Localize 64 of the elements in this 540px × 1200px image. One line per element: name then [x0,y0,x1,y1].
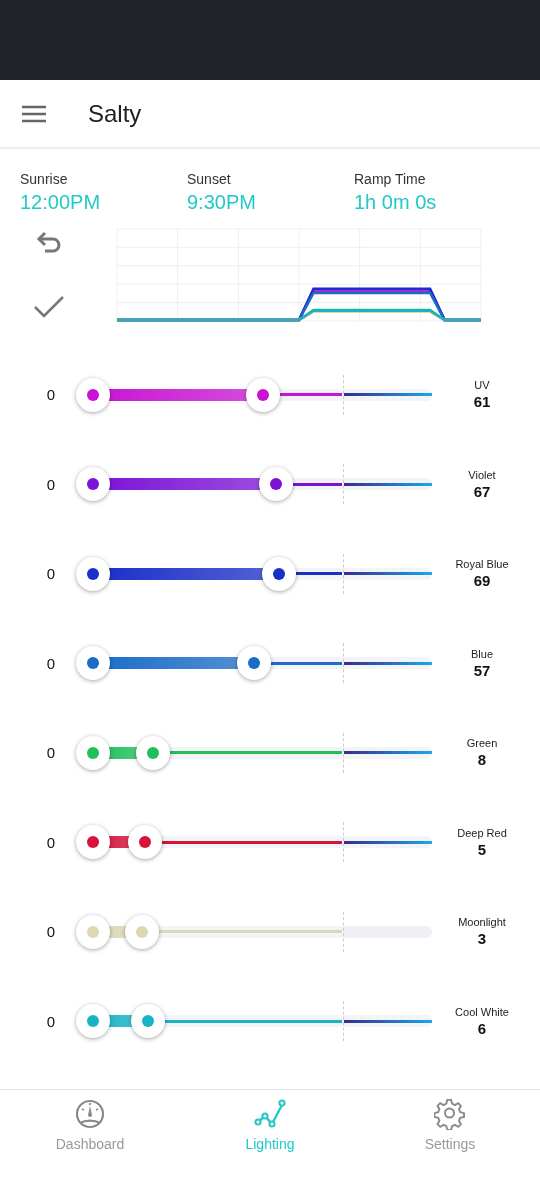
gauge-icon [74,1098,106,1130]
slider-thumb[interactable] [262,556,297,591]
settings-icon [434,1098,466,1130]
channel-name: Blue [471,647,493,660]
channel-name: Green [466,737,498,750]
slider-thumb[interactable] [136,735,170,770]
limit-marker [342,553,344,594]
channel-value: 67 [473,482,491,500]
min-value: 0 [45,833,57,851]
channel-value: 3 [477,930,487,948]
min-value: 0 [45,1012,57,1030]
line-chart-icon [254,1098,286,1130]
check-icon[interactable] [33,296,64,318]
slider-thumb[interactable] [76,646,110,681]
channel-name: UV [474,379,490,392]
channel-name: Cool White [455,1005,509,1018]
limit-marker [342,1001,344,1042]
slider-thumb[interactable] [245,377,280,412]
slider-thumb[interactable] [76,1004,110,1039]
slider-thumb[interactable] [76,556,110,591]
slider-thumb[interactable] [76,377,110,412]
limit-marker [342,911,344,952]
slider-thumb[interactable] [130,1004,165,1039]
limit-marker [342,732,344,773]
channel-value: 69 [473,572,491,590]
slider-thumb[interactable] [76,914,110,949]
limit-marker [342,464,344,505]
nav-tab[interactable]: Dashboard [0,1090,180,1160]
min-value: 0 [45,923,57,941]
slider-thumb[interactable] [76,825,110,860]
min-value: 0 [45,744,57,762]
min-value: 0 [45,386,57,404]
min-value: 0 [45,565,57,583]
limit-marker [342,822,344,863]
channel-value: 5 [477,840,487,858]
slider-thumb[interactable] [127,825,162,860]
time-value[interactable]: 12:00PM [20,191,101,214]
slider-thumb[interactable] [125,914,160,949]
channel-value: 8 [477,751,487,769]
channel-name: Moonlight [458,916,506,929]
channel-name: Violet [468,468,496,481]
undo-icon[interactable] [34,231,63,255]
nav-tab[interactable]: Lighting [180,1090,360,1160]
channel-value: 6 [477,1019,487,1037]
time-label: Ramp Time [354,171,426,187]
time-label: Sunrise [20,171,68,187]
slider-thumb[interactable] [76,735,110,770]
slider-thumb[interactable] [259,467,294,502]
channel-value: 61 [473,393,491,411]
menu-icon[interactable] [22,104,46,123]
channel-name: Royal Blue [455,558,509,571]
time-value[interactable]: 1h 0m 0s [354,191,437,214]
slider-thumb[interactable] [237,646,271,681]
app-title: Salty [88,99,142,128]
channel-name: Deep Red [457,826,507,839]
limit-marker [342,374,344,415]
min-value: 0 [45,475,57,493]
min-value: 0 [45,654,57,672]
slider-thumb[interactable] [76,467,110,502]
time-value[interactable]: 9:30PM [187,191,256,214]
channel-value: 57 [473,661,491,679]
nav-tab[interactable]: Settings [360,1090,540,1160]
limit-marker [342,643,344,684]
time-label: Sunset [187,171,231,187]
